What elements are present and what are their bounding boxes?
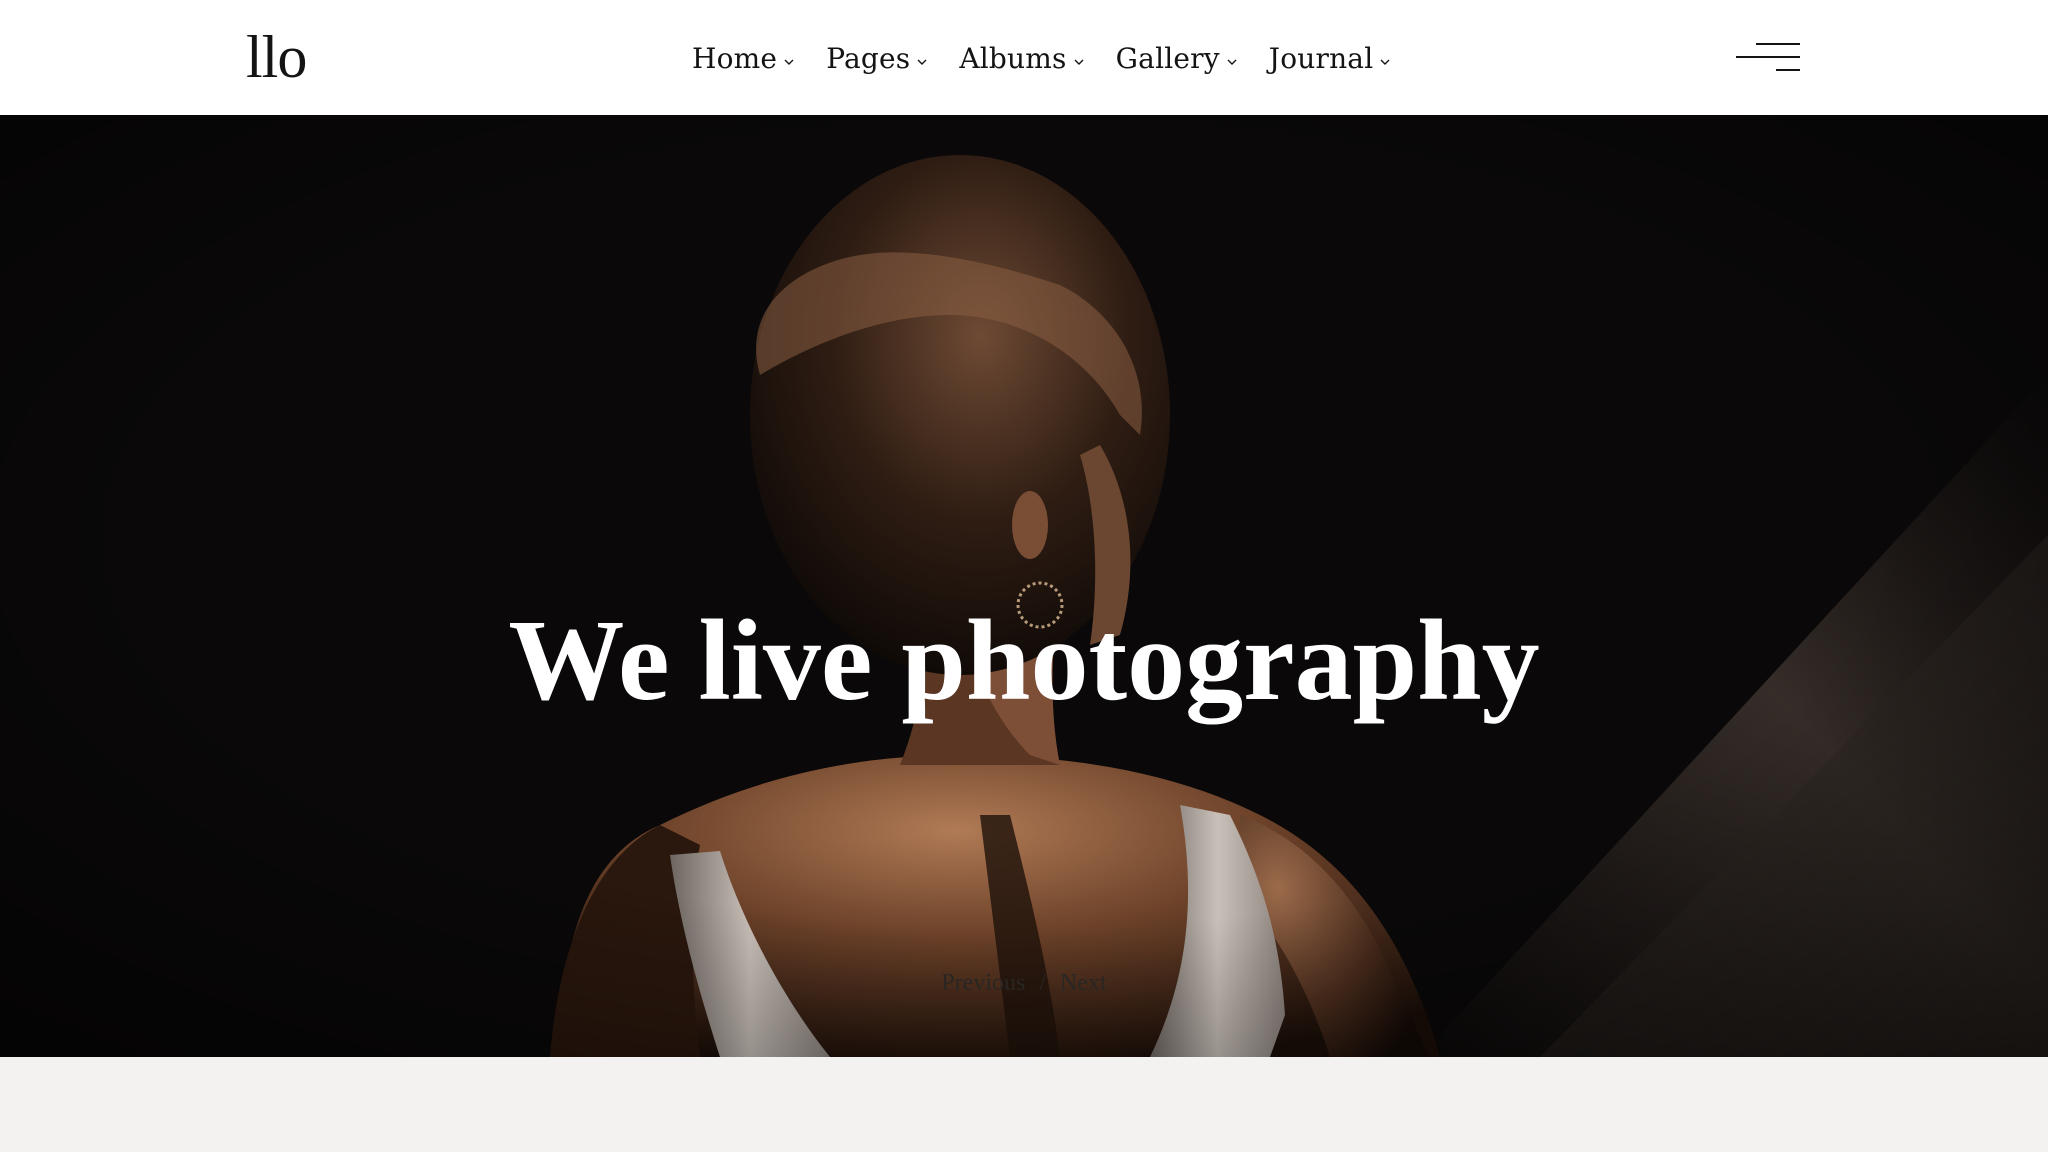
chevron-down-icon: [1380, 59, 1390, 65]
hero-title: We live photography: [508, 596, 1540, 725]
nav-item-journal[interactable]: Journal: [1269, 42, 1393, 75]
nav-label-gallery[interactable]: Gallery: [1116, 42, 1220, 75]
nav-label-pages[interactable]: Pages: [826, 42, 910, 75]
chevron-down-icon: [1074, 59, 1084, 65]
chevron-down-icon: [784, 59, 794, 65]
slider-previous-link[interactable]: Previous: [941, 970, 1025, 996]
nav-label-journal[interactable]: Journal: [1269, 42, 1374, 75]
slider-next-link[interactable]: Next: [1060, 970, 1107, 996]
nav-item-home[interactable]: Home: [692, 42, 796, 75]
nav-label-albums[interactable]: Albums: [959, 42, 1066, 75]
main-navigation: Home Pages Albums Gallery Journal: [692, 36, 1392, 80]
hero-slider: We live photography Previous / Next: [0, 115, 2048, 1057]
chevron-down-icon: [917, 59, 927, 65]
nav-item-pages[interactable]: Pages: [826, 42, 929, 75]
nav-item-gallery[interactable]: Gallery: [1116, 42, 1239, 75]
hamburger-menu-icon[interactable]: [1736, 40, 1800, 74]
content-section-background: [0, 1057, 2048, 1152]
nav-label-home[interactable]: Home: [692, 42, 777, 75]
site-logo[interactable]: llo: [246, 22, 307, 92]
nav-item-albums[interactable]: Albums: [959, 42, 1085, 75]
slider-separator: /: [1039, 970, 1046, 996]
site-header: llo Home Pages Albums Gallery Journal: [0, 0, 2048, 115]
hero-photo: [0, 115, 2048, 1057]
chevron-down-icon: [1227, 59, 1237, 65]
slider-navigation: Previous / Next: [0, 970, 2048, 997]
